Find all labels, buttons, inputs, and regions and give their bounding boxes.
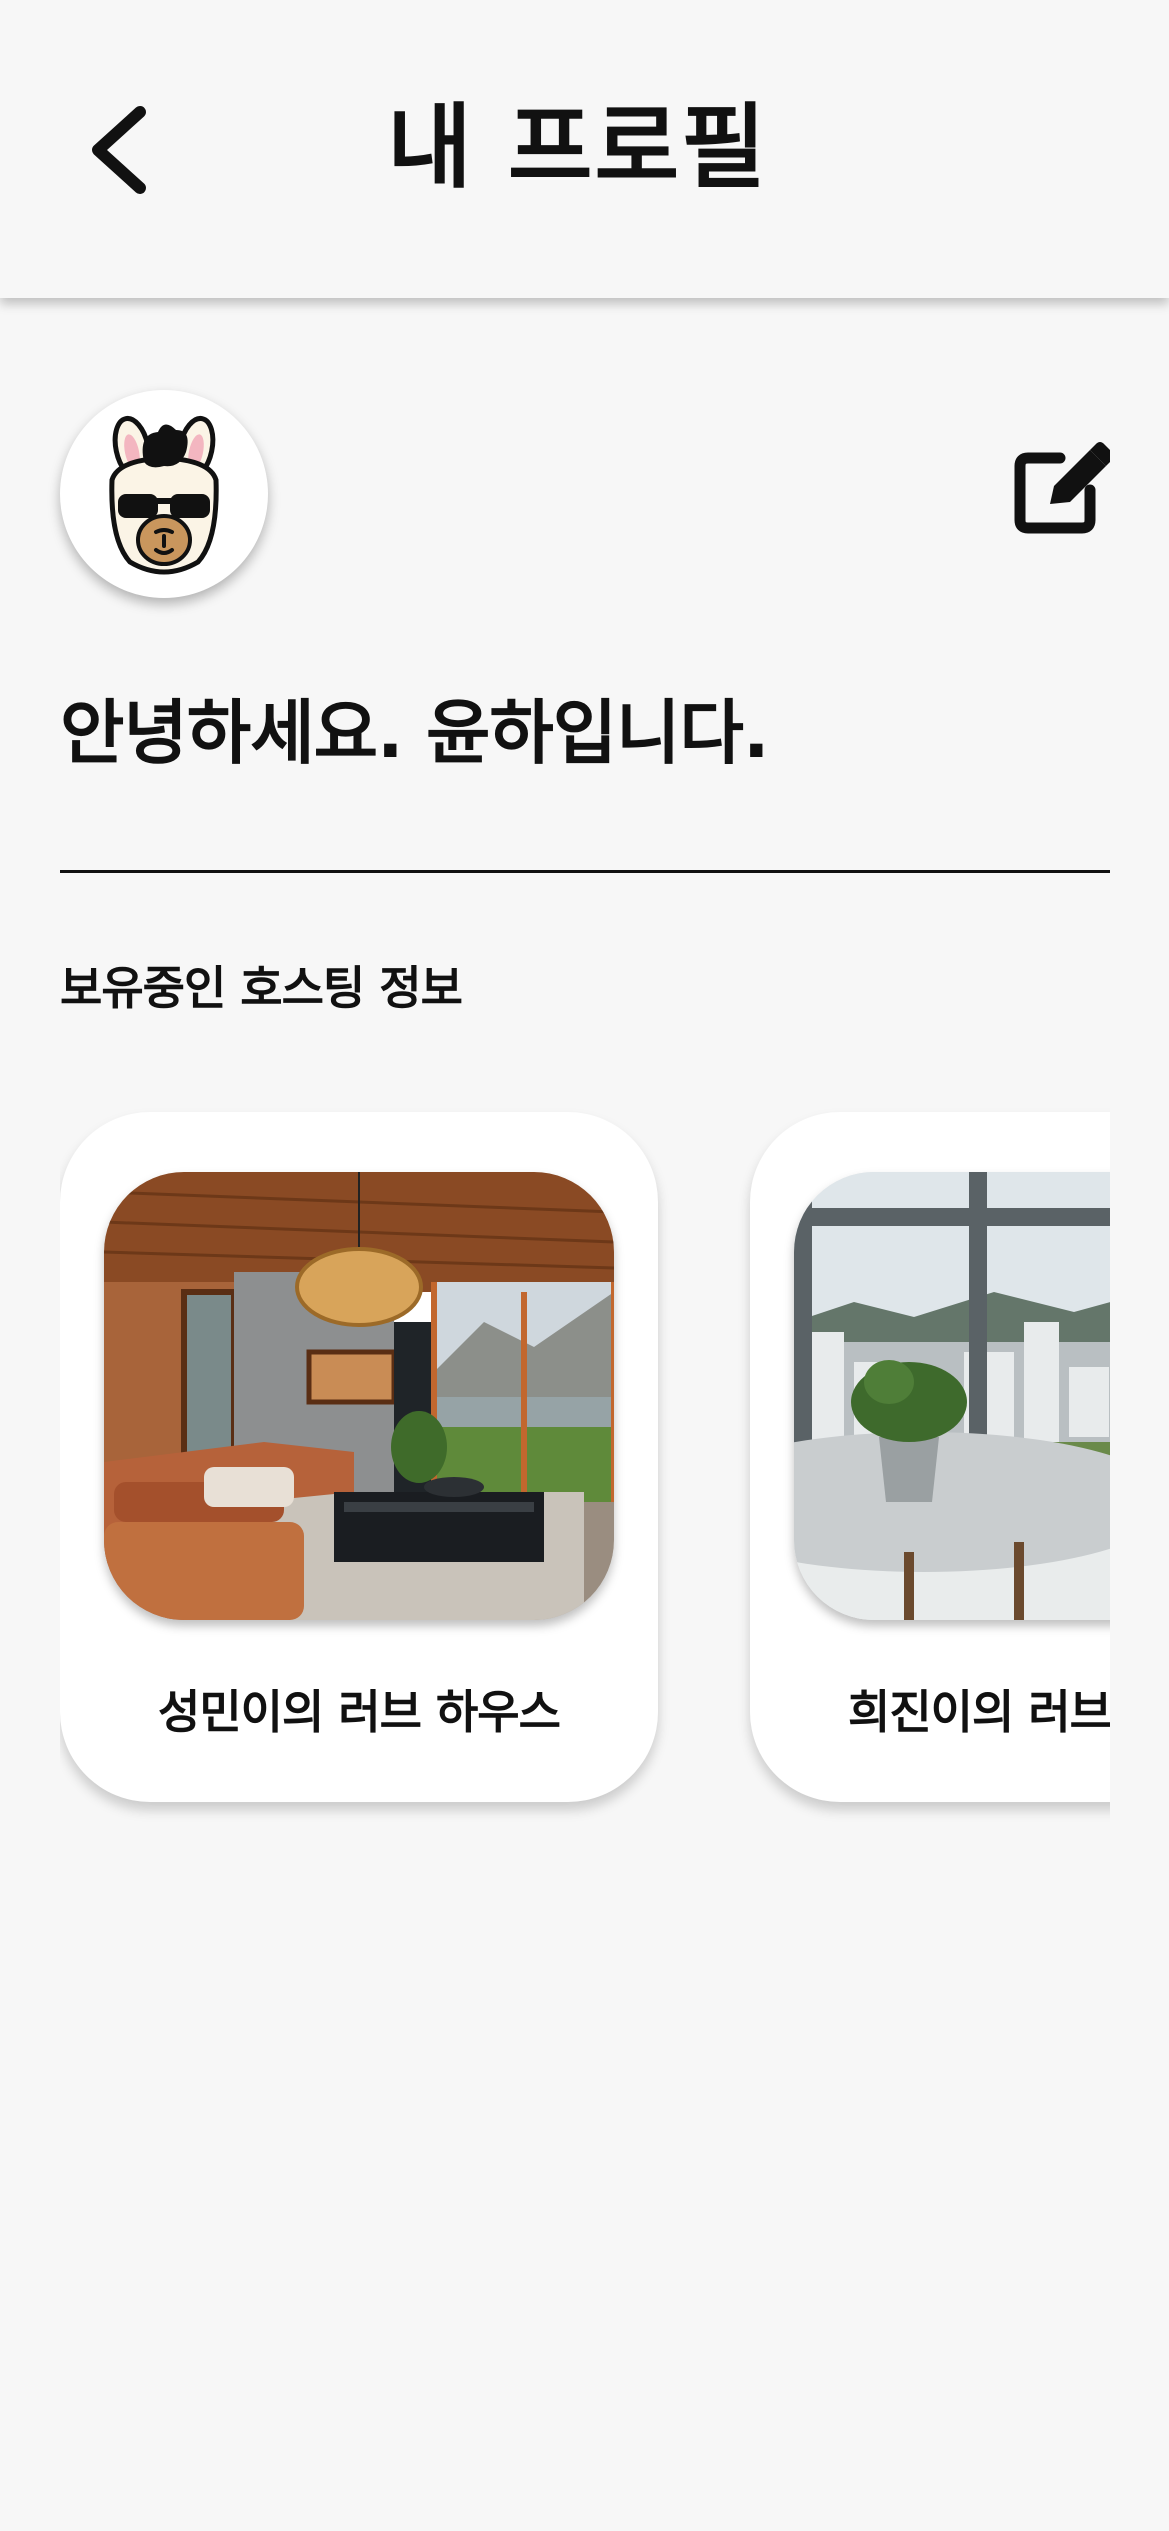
hosting-carousel[interactable]: 성민이의 러브 하우스 희진이의 러브 <box>60 1092 1110 1852</box>
edit-icon <box>1014 442 1114 534</box>
edit-profile-button[interactable] <box>1010 438 1114 538</box>
greeting-text: 안녕하세요. 윤하입니다. <box>60 692 770 774</box>
hosting-card-label: 희진이의 러브 하우스 <box>848 1685 1110 1739</box>
app-bar: 내 프로필 <box>0 0 1169 298</box>
avatar[interactable] <box>60 390 268 598</box>
hosting-section-title: 보유중인 호스팅 정보 <box>60 961 463 1015</box>
hosting-card[interactable]: 희진이의 러브 하우스 <box>750 1112 1110 1802</box>
window-view-photo <box>794 1172 1110 1620</box>
llama-sunglasses-icon <box>109 415 219 575</box>
page-title: 내 프로필 <box>387 94 768 201</box>
living-room-photo <box>104 1172 614 1620</box>
profile-content: 안녕하세요. 윤하입니다. 보유중인 호스팅 정보 성민이의 러브 하우스 희진… <box>0 298 1169 2531</box>
hosting-card-label: 성민이의 러브 하우스 <box>158 1685 561 1739</box>
hosting-card[interactable]: 성민이의 러브 하우스 <box>60 1112 658 1802</box>
divider <box>60 870 1110 873</box>
